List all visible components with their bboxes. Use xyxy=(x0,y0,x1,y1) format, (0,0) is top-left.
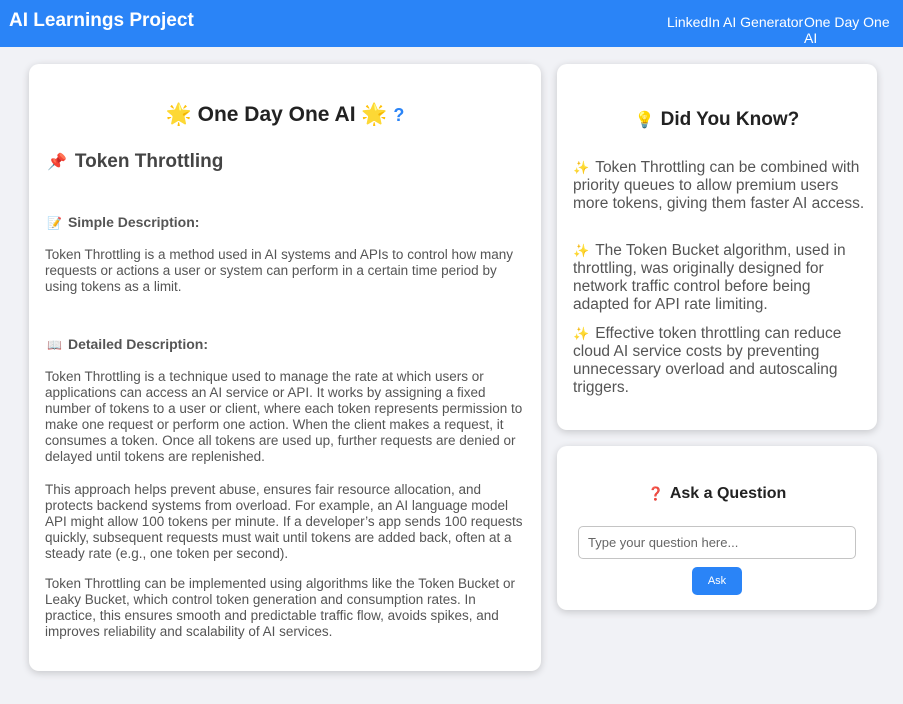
detailed-paragraph: Token Throttling can be implemented usin… xyxy=(45,576,516,639)
fact-item: ✨ Effective token throttling can reduce c… xyxy=(573,325,865,397)
ask-question-card: ❓ Ask a Question Ask xyxy=(557,446,877,610)
fact-text: Effective token throttling can reduce cl… xyxy=(573,325,842,396)
fact-item: ✨ Token Throttling can be combined with p… xyxy=(573,159,865,213)
sun-icon: 🌟 xyxy=(165,103,192,126)
nav-link-one-day-one-ai[interactable]: One Day One AI xyxy=(804,14,903,46)
page-title: 🌟 One Day One AI 🌟 ? xyxy=(29,103,541,127)
detailed-paragraph: This approach helps prevent abuse, ensur… xyxy=(45,482,523,561)
page-title-text: One Day One AI xyxy=(197,103,356,126)
nav-link-linkedin-ai-generator[interactable]: LinkedIn AI Generator xyxy=(667,14,803,30)
ask-question-title: Ask a Question xyxy=(669,485,787,502)
ask-question-heading: ❓ Ask a Question xyxy=(557,485,877,503)
light-bulb-icon: 💡 xyxy=(634,112,655,129)
simple-description-heading: 📝 Simple Description: xyxy=(47,214,199,230)
did-you-know-heading: 💡 Did You Know? xyxy=(557,109,877,131)
help-icon[interactable]: ? xyxy=(393,105,404,125)
pushpin-icon: 📌 xyxy=(47,154,67,171)
detailed-paragraph: Token Throttling is a technique used to … xyxy=(45,369,523,464)
detailed-description-label: Detailed Description: xyxy=(67,336,208,352)
question-mark-icon: ❓ xyxy=(647,486,664,501)
topic-heading: 📌 Token Throttling xyxy=(47,151,223,173)
memo-icon: 📝 xyxy=(47,216,62,230)
fact-text: The Token Bucket algorithm, used in thro… xyxy=(573,242,846,313)
open-book-icon: 📖 xyxy=(47,338,62,352)
did-you-know-card: 💡 Did You Know? ✨ Token Throttling can be … xyxy=(557,64,877,430)
main-card: 🌟 One Day One AI 🌟 ? 📌 Token Throttling 📝… xyxy=(29,64,541,671)
simple-description-label: Simple Description: xyxy=(67,214,200,230)
question-input[interactable] xyxy=(578,526,856,559)
fact-text: Token Throttling can be combined with pr… xyxy=(573,159,865,212)
ask-button[interactable]: Ask xyxy=(692,567,742,595)
sparkles-icon: ✨ xyxy=(573,326,590,341)
fact-item: ✨ The Token Bucket algorithm, used in thr… xyxy=(573,242,865,314)
detailed-description-heading: 📖 Detailed Description: xyxy=(47,336,208,352)
topic-title: Token Throttling xyxy=(74,151,224,172)
did-you-know-title: Did You Know? xyxy=(660,109,800,130)
top-navbar: AI Learnings Project LinkedIn AI Generat… xyxy=(0,0,903,47)
sparkles-icon: ✨ xyxy=(573,243,590,258)
brand-title: AI Learnings Project xyxy=(9,10,194,31)
simple-description-text: Token Throttling is a method used in AI … xyxy=(45,247,513,294)
sun-icon: 🌟 xyxy=(361,103,388,126)
sparkles-icon: ✨ xyxy=(573,160,590,175)
